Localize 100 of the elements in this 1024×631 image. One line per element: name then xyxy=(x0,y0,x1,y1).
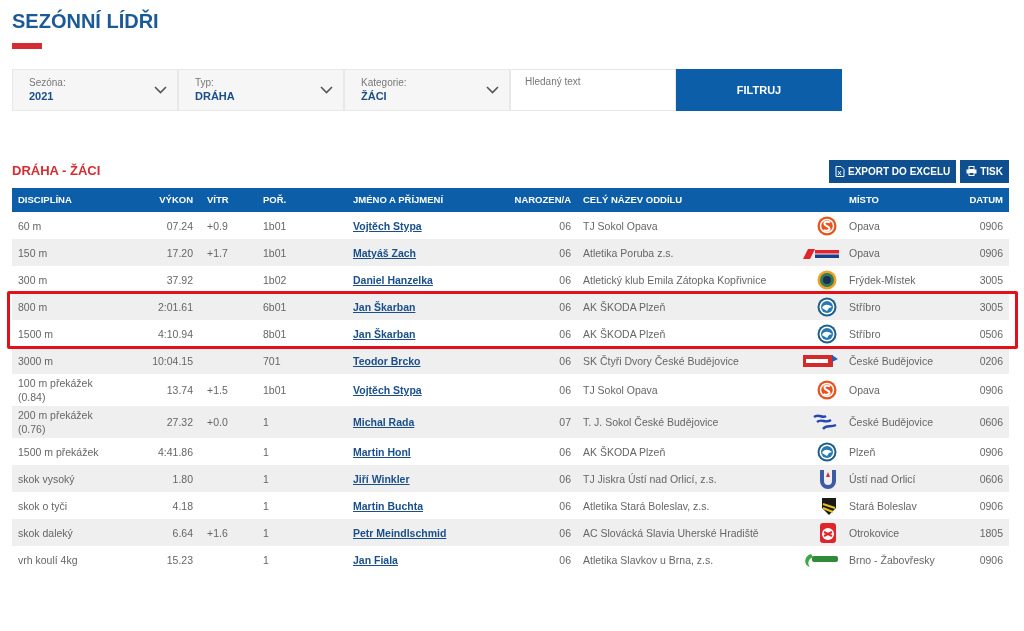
athlete-link[interactable]: Martin Buchta xyxy=(353,499,423,512)
club-cell: Atletika Poruba z.s. xyxy=(583,246,674,259)
performance-cell: 13.74 xyxy=(166,384,193,397)
born-cell: 07 xyxy=(559,416,571,429)
athlete-link[interactable]: Jan Škarban xyxy=(353,300,416,313)
born-cell: 06 xyxy=(559,219,571,232)
athlete-link[interactable]: Vojtěch Stypa xyxy=(353,219,422,232)
filter-value: ŽÁCI xyxy=(361,89,388,103)
place-cell: Ústí nad Orlicí xyxy=(849,472,916,485)
performance-cell: 4:41.86 xyxy=(157,445,193,458)
date-cell: 0506 xyxy=(979,327,1003,340)
place-cell: Stará Boleslav xyxy=(849,499,917,512)
order-cell: 6b01 xyxy=(263,300,287,313)
born-cell: 06 xyxy=(559,553,571,566)
filter-select[interactable]: Kategorie: ŽÁCI xyxy=(344,69,510,111)
club-logo-icon xyxy=(817,296,837,317)
printer-icon xyxy=(966,166,978,176)
wind-cell: +1.6 xyxy=(207,526,228,539)
club-cell: T. J. Sokol České Budějovice xyxy=(583,416,719,429)
club-logo-icon xyxy=(803,352,839,369)
order-cell: 1b01 xyxy=(263,384,287,397)
club-logo-icon xyxy=(803,248,839,259)
order-cell: 701 xyxy=(263,354,281,367)
born-cell: 06 xyxy=(559,246,571,259)
place-cell: České Budějovice xyxy=(849,416,934,429)
performance-cell: 4:10.94 xyxy=(157,327,193,340)
chevron-down-icon xyxy=(486,86,499,94)
discipline-cell: 100 m překážek (0.84) xyxy=(18,377,93,404)
athlete-link[interactable]: Jan Fiala xyxy=(353,553,398,566)
club-logo-icon xyxy=(819,468,837,489)
date-cell: 0906 xyxy=(979,553,1003,566)
place-cell: České Budějovice xyxy=(849,354,934,367)
date-cell: 0906 xyxy=(979,246,1003,259)
performance-cell: 17.20 xyxy=(166,246,193,259)
club-logo-icon xyxy=(817,323,837,344)
filter-button[interactable]: FILTRUJ xyxy=(676,69,842,111)
performance-cell: 10:04.15 xyxy=(152,354,193,367)
section-title: DRÁHA - ŽÁCI xyxy=(12,162,101,181)
filter-label: Sezóna: xyxy=(29,77,67,89)
date-cell: 0606 xyxy=(979,416,1003,429)
born-cell: 06 xyxy=(559,445,571,458)
filter-select[interactable]: Sezóna: 2021 xyxy=(12,69,178,111)
column-header: VÝKON xyxy=(117,188,201,213)
club-logo-icon xyxy=(817,215,837,236)
place-cell: Opava xyxy=(849,219,880,232)
discipline-cell: skok daleký xyxy=(18,526,73,539)
athlete-link[interactable]: Daniel Hanzelka xyxy=(353,273,433,286)
performance-cell: 15.23 xyxy=(166,553,193,566)
column-header: POŘ. xyxy=(257,188,347,213)
print-button[interactable]: TISK xyxy=(960,159,1009,183)
column-header: JMÉNO A PŘÍJMENÍ xyxy=(347,188,497,213)
place-cell: Plzeň xyxy=(849,445,876,458)
performance-cell: 07.24 xyxy=(166,219,193,232)
born-cell: 06 xyxy=(559,327,571,340)
discipline-cell: 200 m překážek (0.76) xyxy=(18,409,93,436)
export-button[interactable]: EXPORT DO EXCELU xyxy=(828,159,957,183)
date-cell: 0906 xyxy=(979,445,1003,458)
athlete-link[interactable]: Michal Rada xyxy=(353,416,415,429)
accent-bar xyxy=(12,43,42,49)
order-cell: 1b02 xyxy=(263,273,287,286)
search-field[interactable]: Hledaný text xyxy=(510,69,676,111)
order-cell: 1b01 xyxy=(263,246,287,259)
column-header: CELÝ NÁZEV ODDÍLU xyxy=(577,188,797,213)
born-cell: 06 xyxy=(559,526,571,539)
place-cell: Brno - Žabovřesky xyxy=(849,553,935,566)
filter-label: Typ: xyxy=(195,77,215,89)
order-cell: 1 xyxy=(263,416,269,429)
discipline-cell: skok vysoký xyxy=(18,472,75,485)
place-cell: Stříbro xyxy=(849,327,881,340)
athlete-link[interactable]: Jiří Winkler xyxy=(353,472,410,485)
club-cell: TJ Jiskra Ústí nad Orlicí, z.s. xyxy=(583,472,717,485)
place-cell: Opava xyxy=(849,384,880,397)
discipline-cell: vrh koulí 4kg xyxy=(18,553,78,566)
club-cell: AK ŠKODA Plzeň xyxy=(583,445,666,458)
filter-select[interactable]: Typ: DRÁHA xyxy=(178,69,344,111)
order-cell: 1 xyxy=(263,445,269,458)
date-cell: 0906 xyxy=(979,499,1003,512)
performance-cell: 6.64 xyxy=(172,526,193,539)
performance-cell: 1.80 xyxy=(172,472,193,485)
page-title: SEZÓNNÍ LÍDŘI xyxy=(12,8,160,34)
date-cell: 3005 xyxy=(979,300,1003,313)
club-cell: AK ŠKODA Plzeň xyxy=(583,327,666,340)
club-cell: SK Čtyři Dvory České Budějovice xyxy=(583,354,739,367)
order-cell: 1b01 xyxy=(263,219,287,232)
club-logo-icon xyxy=(821,495,837,516)
wind-cell: +0.0 xyxy=(207,416,228,429)
club-cell: TJ Sokol Opava xyxy=(583,219,658,232)
athlete-link[interactable]: Matyáš Zach xyxy=(353,246,417,259)
athlete-link[interactable]: Vojtěch Stypa xyxy=(353,384,422,397)
date-cell: 1805 xyxy=(979,526,1003,539)
order-cell: 1 xyxy=(263,499,269,512)
born-cell: 06 xyxy=(559,472,571,485)
filter-value: DRÁHA xyxy=(195,89,236,103)
column-header: MÍSTO xyxy=(843,188,943,213)
order-cell: 8b01 xyxy=(263,327,287,340)
athlete-link[interactable]: Martin Honl xyxy=(353,445,411,458)
born-cell: 06 xyxy=(559,384,571,397)
born-cell: 06 xyxy=(559,354,571,367)
date-cell: 0906 xyxy=(979,384,1003,397)
athlete-link[interactable]: Jan Škarban xyxy=(353,327,416,340)
